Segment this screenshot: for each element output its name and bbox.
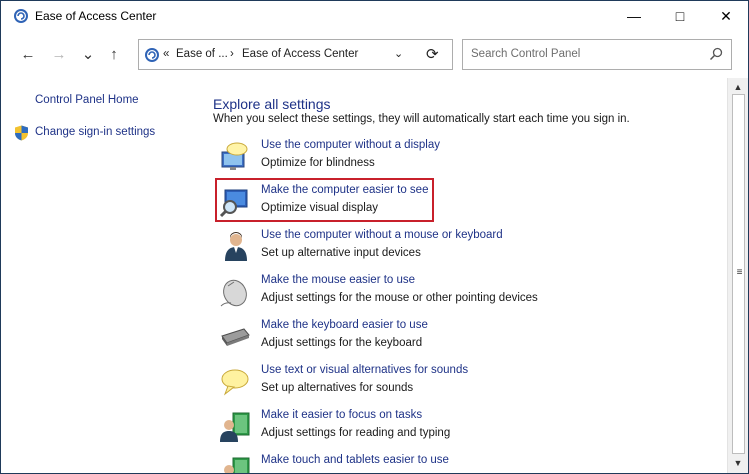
maximize-button[interactable]: □: [657, 1, 703, 31]
chevron-down-icon: ⌄: [81, 46, 95, 63]
display-speech-icon: [221, 142, 248, 170]
breadcrumb-separator[interactable]: ›: [230, 48, 234, 60]
sidebar: Control Panel Home Change sign-in settin…: [1, 77, 201, 473]
list-item-touch-tablets: Make touch and tablets easier to use: [219, 454, 649, 473]
forward-button[interactable]: →: [48, 43, 70, 65]
scroll-grip-icon: ≡: [736, 267, 743, 278]
link-mouse-easier[interactable]: Make the mouse easier to use: [261, 274, 415, 286]
maximize-icon: □: [675, 8, 685, 24]
item-subtitle: Set up alternatives for sounds: [261, 382, 414, 394]
link-use-without-display[interactable]: Use the computer without a display: [261, 139, 440, 151]
highlight-box: [215, 178, 434, 222]
ease-of-access-icon: [145, 48, 159, 62]
list-item-keyboard-easier: Make the keyboard easier to use Adjust s…: [219, 319, 649, 359]
page-description: When you select these settings, they wil…: [213, 113, 630, 125]
speech-bubble-icon: [221, 369, 249, 396]
search-icon[interactable]: [709, 47, 723, 61]
link-touch-tablets[interactable]: Make touch and tablets easier to use: [261, 454, 449, 466]
mouse-icon: [220, 279, 247, 307]
list-item-sound-alternatives: Use text or visual alternatives for soun…: [219, 364, 649, 404]
sidebar-item-change-sign-in-settings[interactable]: Change sign-in settings: [35, 126, 155, 138]
address-bar[interactable]: « Ease of ... › Ease of Access Center ⌄ …: [138, 39, 453, 70]
uac-shield-icon: [15, 125, 28, 141]
item-subtitle: Adjust settings for the mouse or other p…: [261, 292, 538, 304]
scrollbar-thumb[interactable]: ≡: [732, 94, 745, 454]
scroll-up-icon[interactable]: ▲: [732, 81, 744, 93]
navigation-bar: ← → ⌄ ↑ « Ease of ... › Ease of Access C…: [1, 31, 748, 77]
back-button[interactable]: ←: [17, 43, 39, 65]
title-bar: Ease of Access Center — □ ✕: [1, 1, 748, 31]
vertical-scrollbar[interactable]: ▲ ≡ ▼: [727, 78, 748, 473]
search-box[interactable]: Search Control Panel: [462, 39, 732, 70]
list-item-without-mouse-keyboard: Use the computer without a mouse or keyb…: [219, 229, 649, 269]
main-content: Explore all settings When you select the…: [201, 77, 727, 473]
back-arrow-icon: ←: [20, 45, 36, 63]
link-focus-tasks[interactable]: Make it easier to focus on tasks: [261, 409, 422, 421]
keyboard-icon: [221, 328, 250, 346]
close-icon: ✕: [720, 7, 732, 24]
refresh-icon[interactable]: ⟳: [426, 45, 439, 63]
window-title: Ease of Access Center: [35, 9, 157, 23]
close-button[interactable]: ✕: [703, 1, 749, 31]
item-subtitle: Adjust settings for reading and typing: [261, 427, 451, 439]
breadcrumb-ease-of-access[interactable]: Ease of ...: [176, 48, 228, 60]
address-dropdown-icon[interactable]: ⌄: [394, 47, 403, 60]
link-without-mouse-keyboard[interactable]: Use the computer without a mouse or keyb…: [261, 229, 503, 241]
ease-of-access-window: Ease of Access Center — □ ✕ ← → ⌄ ↑ « Ea…: [0, 0, 749, 474]
user-icon: [225, 232, 247, 261]
tablet-user-icon: [224, 457, 250, 473]
item-subtitle: Set up alternative input devices: [261, 247, 421, 259]
list-item-mouse-easier: Make the mouse easier to use Adjust sett…: [219, 274, 649, 314]
list-item-focus-tasks: Make it easier to focus on tasks Adjust …: [219, 409, 649, 449]
search-input[interactable]: Search Control Panel: [471, 48, 580, 60]
minimize-icon: —: [627, 8, 641, 24]
link-sound-alternatives[interactable]: Use text or visual alternatives for soun…: [261, 364, 468, 376]
up-button[interactable]: ↑: [103, 43, 125, 65]
up-arrow-icon: ↑: [110, 45, 118, 63]
forward-arrow-icon: →: [51, 45, 67, 63]
focus-user-icon: [220, 412, 250, 442]
breadcrumb-ease-of-access-center[interactable]: Ease of Access Center: [242, 48, 358, 60]
sidebar-item-control-panel-home[interactable]: Control Panel Home: [35, 94, 139, 106]
scroll-down-icon[interactable]: ▼: [732, 457, 744, 469]
recent-locations-button[interactable]: ⌄: [77, 43, 99, 65]
list-item-without-display: Use the computer without a display Optim…: [219, 139, 649, 179]
item-subtitle: Optimize for blindness: [261, 157, 375, 169]
ease-of-access-icon: [14, 9, 28, 23]
minimize-button[interactable]: —: [611, 1, 657, 31]
page-title: Explore all settings: [213, 96, 331, 112]
breadcrumb-overflow[interactable]: «: [163, 48, 169, 60]
item-subtitle: Adjust settings for the keyboard: [261, 337, 423, 349]
link-keyboard-easier[interactable]: Make the keyboard easier to use: [261, 319, 428, 331]
